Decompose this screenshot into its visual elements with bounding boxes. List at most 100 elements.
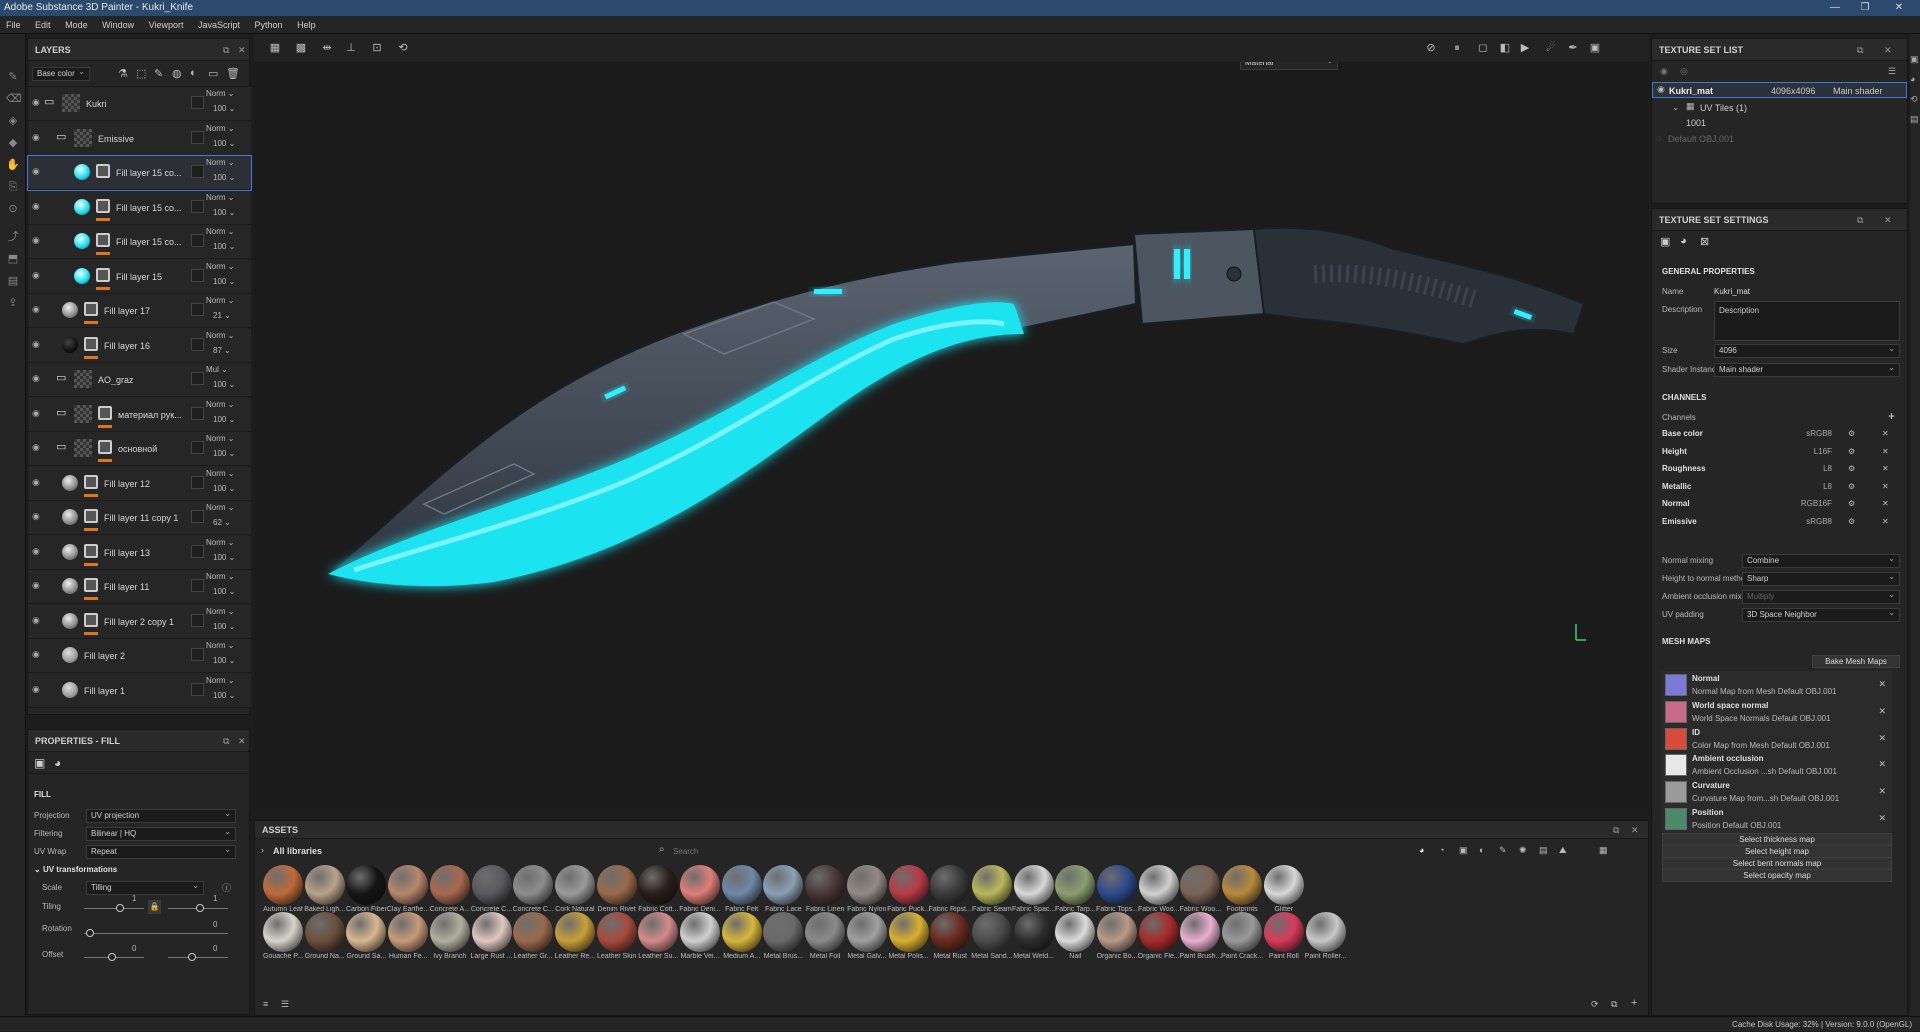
layer-lock-box[interactable] (191, 337, 204, 351)
material-thumbnail[interactable] (554, 912, 595, 952)
gear-icon[interactable]: ⚙ (1848, 429, 1855, 438)
material-thumbnail[interactable] (930, 912, 971, 952)
undock-icon[interactable]: ⧉ (223, 39, 229, 61)
add-paint-layer-icon[interactable]: ✎ (154, 67, 163, 80)
layer-lock-box[interactable] (191, 372, 204, 385)
material-thumbnail[interactable] (429, 865, 470, 905)
tab-material[interactable]: ◕ (54, 756, 61, 770)
material-thumbnail[interactable] (680, 912, 720, 952)
opacity-value[interactable]: 100 ⌄ (213, 484, 235, 493)
layer-row[interactable]: ◉ Fill layer 13 Norm ⌄ 100 ⌄ (28, 535, 251, 570)
layer-lock-box[interactable] (191, 475, 204, 489)
material-thumbnail[interactable] (1222, 912, 1263, 952)
display-mode-icon[interactable]: ◻ (1476, 42, 1490, 54)
blend-mode[interactable]: Mul ⌄ (206, 365, 228, 374)
material-thumbnail[interactable] (1055, 865, 1096, 905)
layer-lock-box[interactable] (191, 441, 204, 454)
tiling-slider-y-handle[interactable] (196, 904, 204, 912)
close-panel-icon[interactable]: ✕ (238, 39, 246, 61)
mesh-map-row[interactable]: ID Color Map from Mesh Default OBJ.001 ✕ (1662, 724, 1892, 755)
shader-instance-select[interactable]: Main shader (1714, 362, 1900, 377)
close-panel-icon[interactable]: ✕ (1631, 821, 1639, 839)
opacity-value[interactable]: 100 ⌄ (213, 553, 235, 562)
opacity-value[interactable]: 100 ⌄ (213, 277, 235, 286)
material-thumbnail[interactable] (513, 912, 554, 952)
geometry-fill-icon[interactable]: ◆ (6, 136, 20, 150)
blend-mode[interactable]: Norm ⌄ (206, 607, 235, 616)
frame-icon[interactable]: ⊡ (370, 42, 384, 54)
eye-icon[interactable]: ◉ (32, 408, 43, 417)
rotation-slider[interactable] (84, 933, 228, 934)
render-icon[interactable]: ☄ (1544, 42, 1558, 54)
add-asset-icon[interactable]: + (1631, 997, 1637, 1009)
offset-y-handle[interactable] (188, 953, 196, 961)
opacity-value[interactable]: 100 ⌄ (213, 173, 235, 182)
mesh-map-row[interactable]: Normal Normal Map from Mesh Default OBJ.0… (1662, 671, 1892, 701)
opacity-value[interactable]: 100 ⌄ (213, 380, 235, 389)
material-thumbnail[interactable] (763, 912, 804, 952)
remove-icon[interactable]: ✕ (1878, 706, 1886, 717)
layer-row[interactable]: ◉ ▭ Emissive Norm ⌄ 100 ⌄ (28, 121, 251, 156)
ao-mixing-select[interactable]: Multiply (1742, 589, 1900, 604)
eye-icon[interactable]: ◉ (32, 270, 43, 279)
undock-icon[interactable]: ⧉ (1613, 821, 1619, 839)
tiling-slider-handle[interactable] (116, 904, 124, 912)
select-map-button[interactable]: Select opacity map (1662, 869, 1892, 882)
gear-icon[interactable]: ⚙ (1848, 517, 1855, 526)
tab-settings[interactable]: ▣ (1660, 235, 1670, 248)
material-thumbnail[interactable] (596, 912, 637, 952)
uvwrap-select[interactable]: Repeat (86, 844, 236, 859)
layer-row[interactable]: ◉ Fill layer 15 co... Norm ⌄ 100 ⌄ (28, 190, 251, 225)
filter-generators-icon[interactable]: ◐ (1479, 845, 1484, 855)
material-thumbnail[interactable] (1013, 865, 1054, 905)
projection-select[interactable]: UV projection (86, 808, 236, 823)
remove-icon[interactable]: ✕ (1882, 429, 1889, 438)
channel-row[interactable]: Base color sRGB8 ⚙ ✕ (1662, 429, 1892, 445)
layer-row[interactable]: ◉ Fill layer 15 co... Norm ⌄ 100 ⌄ (28, 225, 251, 259)
tab-uv[interactable]: ⊠ (1700, 235, 1709, 248)
mesh-map-row[interactable]: Position Position Default OBJ.001 ✕ (1662, 805, 1892, 835)
channel-format[interactable]: L8 (1782, 464, 1832, 473)
layer-row[interactable]: ◉ Fill layer 15 Norm ⌄ 100 ⌄ (28, 259, 251, 294)
filter-materials-icon[interactable]: ◕ (1419, 845, 1424, 855)
eye-icon[interactable]: ◉ (32, 374, 43, 383)
bake-icon[interactable]: ⤴ (6, 230, 20, 244)
blend-mode[interactable]: Norm ⌄ (206, 538, 235, 547)
shelf-icon[interactable]: ⬒ (6, 252, 20, 266)
blend-mode[interactable]: Norm ⌄ (206, 331, 235, 340)
channel-row[interactable]: Normal RGB16F ⚙ ✕ (1662, 499, 1892, 515)
eye-icon[interactable]: ◉ (32, 581, 43, 590)
history-icon[interactable]: ⟲ (1910, 94, 1918, 105)
eye-icon[interactable]: ◉ (32, 477, 43, 486)
layer-lock-box[interactable] (191, 234, 204, 247)
eraser-icon[interactable]: ⌫ (6, 92, 22, 106)
export-icon[interactable]: ⇪ (6, 296, 20, 310)
visibility-icon[interactable]: ◉ (1660, 66, 1668, 77)
layer-lock-box[interactable] (191, 165, 204, 178)
material-thumbnail[interactable] (971, 912, 1012, 952)
layer-row[interactable]: ◉ Fill layer 17 Norm ⌄ 21 ⌄ (28, 294, 251, 328)
channel-row[interactable]: Roughness L8 ⚙ ✕ (1662, 464, 1892, 480)
menu-javascript[interactable]: JavaScript (198, 20, 240, 30)
menu-python[interactable]: Python (255, 20, 283, 30)
layer-lock-box[interactable] (191, 406, 204, 420)
channel-format[interactable]: sRGB8 (1782, 517, 1832, 526)
log-icon[interactable]: ▤ (1910, 114, 1919, 125)
scale-select[interactable]: Tilling (86, 880, 204, 895)
settings-icon[interactable]: ☰ (1888, 66, 1896, 77)
offset-x-handle[interactable] (108, 953, 116, 961)
blend-mode[interactable]: Norm ⌄ (206, 296, 235, 305)
library-path[interactable]: All libraries (273, 846, 322, 856)
opacity-value[interactable]: 21 ⌄ (213, 311, 231, 320)
gear-icon[interactable]: ⚙ (1848, 447, 1855, 456)
gear-icon[interactable]: ⚙ (1848, 482, 1855, 491)
opacity-value[interactable]: 100 ⌄ (213, 415, 235, 424)
blend-mode[interactable]: Norm ⌄ (206, 227, 235, 236)
material-thumbnail[interactable] (388, 912, 429, 952)
material-thumbnail[interactable] (471, 912, 512, 952)
opacity-value[interactable]: 100 ⌄ (213, 656, 235, 665)
library-tree-icon[interactable]: ☰ (281, 999, 289, 1010)
material-thumbnail[interactable] (763, 865, 804, 905)
size-select[interactable]: 4096 (1714, 343, 1900, 358)
blend-mode[interactable]: Norm ⌄ (206, 158, 235, 167)
